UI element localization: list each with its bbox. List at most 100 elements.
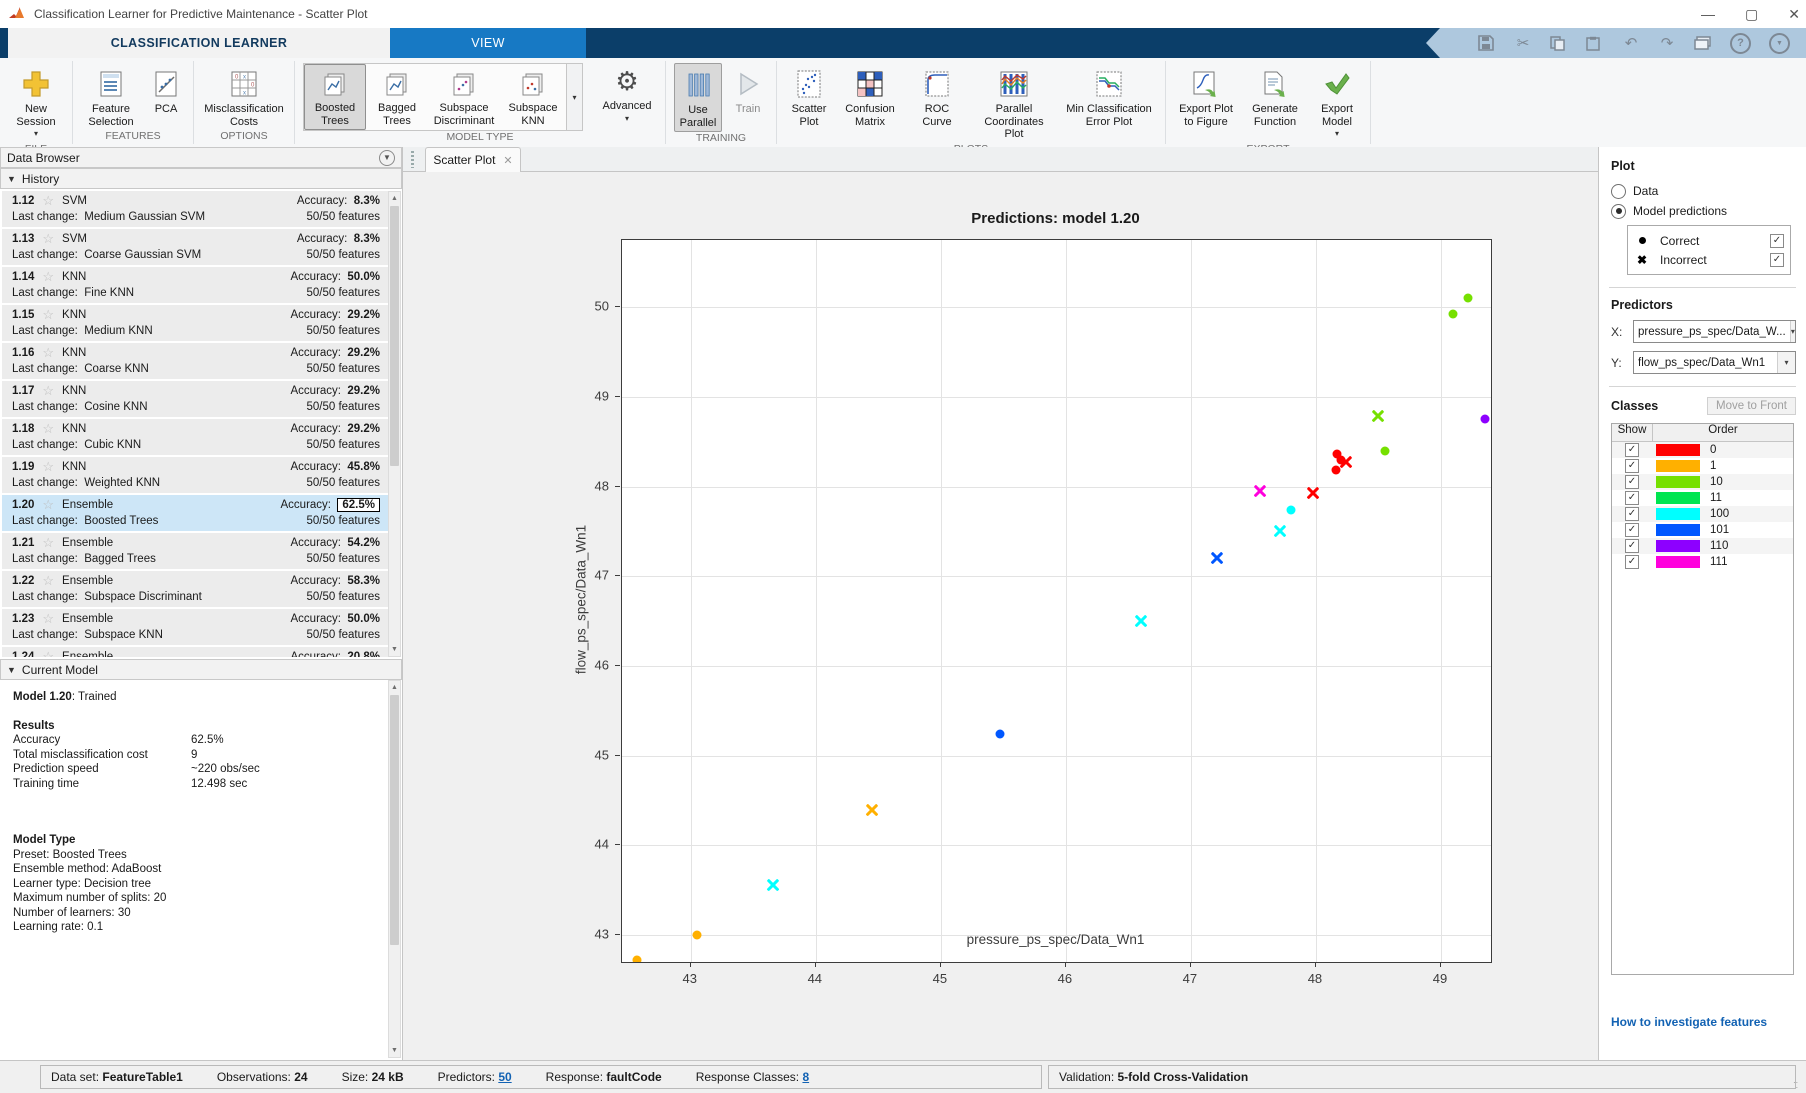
correct-marker-class-1[interactable]	[633, 956, 642, 963]
export-plot-to-figure-button[interactable]: Export Plot to Figure	[1174, 63, 1238, 130]
gallery-item-boosted-trees[interactable]: Boosted Trees	[304, 64, 366, 130]
history-item-1.21[interactable]: 1.21 ☆ Ensemble Accuracy: 54.2% Last cha…	[2, 533, 388, 569]
roc-curve-button[interactable]: ROC Curve	[907, 63, 967, 130]
maximize-button[interactable]: ▢	[1745, 6, 1758, 23]
undo-icon[interactable]: ↶	[1622, 34, 1640, 52]
help-icon[interactable]: ?	[1730, 33, 1751, 54]
correct-marker-class-10[interactable]	[1464, 294, 1473, 303]
misclassification-costs-button[interactable]: 0x0x Misclassification Costs	[202, 63, 286, 130]
star-icon[interactable]: ☆	[42, 649, 54, 657]
show-class-checkbox[interactable]: ✓	[1625, 539, 1639, 553]
minimize-button[interactable]: —	[1701, 6, 1715, 22]
history-item-1.13[interactable]: 1.13 ☆ SVM Accuracy: 8.3% Last change: C…	[2, 229, 388, 265]
history-item-1.14[interactable]: 1.14 ☆ KNN Accuracy: 50.0% Last change: …	[2, 267, 388, 303]
redo-icon[interactable]: ↷	[1658, 34, 1676, 52]
incorrect-marker-class-101[interactable]	[1211, 552, 1224, 565]
gallery-item-subspace-discriminant[interactable]: Subspace Discriminant	[428, 64, 500, 130]
class-row-110[interactable]: ✓ 110	[1612, 538, 1793, 554]
star-icon[interactable]: ☆	[42, 193, 54, 209]
incorrect-marker-class-100[interactable]	[767, 878, 780, 891]
resize-grip-icon[interactable]: ∙∙ ∙	[1793, 1080, 1803, 1090]
history-section-header[interactable]: ▼ History	[0, 168, 402, 189]
incorrect-marker-class-10[interactable]	[1372, 409, 1385, 422]
new-session-button[interactable]: New Session ▾	[8, 63, 64, 143]
panel-menu-icon[interactable]: ▼	[379, 150, 395, 166]
show-class-checkbox[interactable]: ✓	[1625, 523, 1639, 537]
incorrect-marker-class-0[interactable]	[1339, 455, 1352, 468]
min-classification-error-button[interactable]: Min Classification Error Plot	[1061, 63, 1157, 130]
history-item-1.23[interactable]: 1.23 ☆ Ensemble Accuracy: 50.0% Last cha…	[2, 609, 388, 645]
gallery-expand-button[interactable]: ▾	[566, 64, 582, 130]
show-class-checkbox[interactable]: ✓	[1625, 555, 1639, 569]
scroll-up-icon[interactable]: ▲	[389, 192, 400, 205]
history-item-1.12[interactable]: 1.12 ☆ SVM Accuracy: 8.3% Last change: M…	[2, 191, 388, 227]
correct-marker-class-100[interactable]	[1286, 505, 1295, 514]
history-scrollbar[interactable]: ▲ ▼	[388, 191, 401, 657]
star-icon[interactable]: ☆	[42, 345, 54, 361]
history-item-1.22[interactable]: 1.22 ☆ Ensemble Accuracy: 58.3% Last cha…	[2, 571, 388, 607]
class-row-111[interactable]: ✓ 111	[1612, 554, 1793, 570]
advanced-button[interactable]: ⚙ Advanced ▾	[597, 60, 657, 127]
incorrect-marker-class-100[interactable]	[1134, 615, 1147, 628]
status-item[interactable]: Predictors: 50	[438, 1070, 512, 1084]
star-icon[interactable]: ☆	[42, 231, 54, 247]
show-class-checkbox[interactable]: ✓	[1625, 491, 1639, 505]
copy-icon[interactable]	[1550, 36, 1568, 51]
class-row-1[interactable]: ✓ 1	[1612, 458, 1793, 474]
star-icon[interactable]: ☆	[42, 497, 54, 513]
star-icon[interactable]: ☆	[42, 535, 54, 551]
drag-grip-icon[interactable]	[411, 151, 414, 168]
history-item-1.20[interactable]: 1.20 ☆ Ensemble Accuracy: 62.5% Last cha…	[2, 495, 388, 531]
status-item[interactable]: Response Classes: 8	[696, 1070, 809, 1084]
how-to-investigate-features-link[interactable]: How to investigate features	[1611, 1015, 1767, 1029]
save-icon[interactable]	[1478, 35, 1496, 51]
close-tab-icon[interactable]: ✕	[503, 154, 512, 167]
close-button[interactable]: ✕	[1788, 6, 1800, 23]
train-button[interactable]: Train	[728, 63, 768, 118]
window-layout-icon[interactable]	[1694, 36, 1712, 51]
radio-data[interactable]: Data	[1611, 181, 1796, 201]
show-class-checkbox[interactable]: ✓	[1625, 507, 1639, 521]
correct-checkbox[interactable]: ✓	[1770, 234, 1784, 248]
star-icon[interactable]: ☆	[42, 573, 54, 589]
paste-icon[interactable]	[1586, 36, 1604, 51]
correct-marker-class-10[interactable]	[1380, 446, 1389, 455]
confusion-matrix-button[interactable]: Confusion Matrix	[839, 63, 901, 130]
gallery-item-subspace-knn[interactable]: Subspace KNN	[500, 64, 566, 130]
history-item-1.24[interactable]: 1.24 ☆ Ensemble Accuracy: 20.8% Last cha…	[2, 647, 388, 657]
history-item-1.19[interactable]: 1.19 ☆ KNN Accuracy: 45.8% Last change: …	[2, 457, 388, 493]
tab-view[interactable]: VIEW	[390, 28, 586, 58]
y-predictor-select[interactable]: flow_ps_spec/Data_Wn1 ▾	[1633, 351, 1796, 374]
star-icon[interactable]: ☆	[42, 421, 54, 437]
feature-selection-button[interactable]: Feature Selection	[81, 63, 141, 130]
correct-marker-class-110[interactable]	[1480, 415, 1489, 424]
tab-classification-learner[interactable]: CLASSIFICATION LEARNER	[8, 28, 390, 58]
gallery-item-bagged-trees[interactable]: Bagged Trees	[366, 64, 428, 130]
x-predictor-select[interactable]: pressure_ps_spec/Data_W... ▾	[1633, 320, 1796, 343]
incorrect-marker-class-111[interactable]	[1253, 485, 1266, 498]
plot-axes[interactable]	[621, 239, 1492, 963]
class-row-101[interactable]: ✓ 101	[1612, 522, 1793, 538]
incorrect-marker-class-0[interactable]	[1307, 486, 1320, 499]
star-icon[interactable]: ☆	[42, 269, 54, 285]
radio-model-predictions[interactable]: Model predictions	[1611, 201, 1796, 221]
star-icon[interactable]: ☆	[42, 611, 54, 627]
star-icon[interactable]: ☆	[42, 307, 54, 323]
incorrect-marker-class-1[interactable]	[866, 803, 879, 816]
parallel-coordinates-button[interactable]: Parallel Coordinates Plot	[973, 63, 1055, 143]
scatter-plot-button[interactable]: Scatter Plot	[785, 63, 833, 130]
correct-marker-class-10[interactable]	[1449, 310, 1458, 319]
incorrect-marker-class-100[interactable]	[1273, 525, 1286, 538]
show-class-checkbox[interactable]: ✓	[1625, 459, 1639, 473]
use-parallel-button[interactable]: Use Parallel	[674, 63, 722, 132]
incorrect-checkbox[interactable]: ✓	[1770, 253, 1784, 267]
scroll-up-icon[interactable]: ▲	[389, 681, 400, 694]
current-model-section-header[interactable]: ▼ Current Model	[0, 659, 402, 680]
export-model-button[interactable]: Export Model ▾	[1312, 63, 1362, 143]
class-row-0[interactable]: ✓ 0	[1612, 442, 1793, 458]
history-item-1.15[interactable]: 1.15 ☆ KNN Accuracy: 29.2% Last change: …	[2, 305, 388, 341]
class-row-11[interactable]: ✓ 11	[1612, 490, 1793, 506]
scroll-down-icon[interactable]: ▼	[389, 643, 400, 656]
show-class-checkbox[interactable]: ✓	[1625, 443, 1639, 457]
cut-icon[interactable]: ✂	[1514, 34, 1532, 52]
